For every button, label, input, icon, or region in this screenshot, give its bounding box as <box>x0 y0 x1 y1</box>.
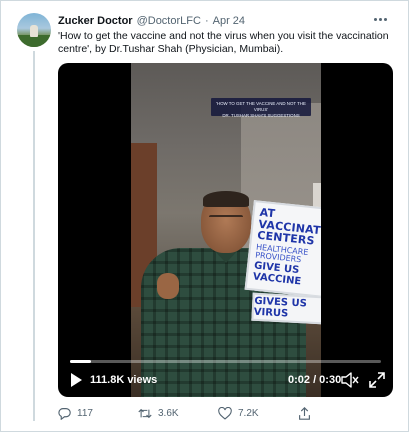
hand-left <box>157 273 179 299</box>
reply-icon <box>58 407 71 420</box>
sign-card-top: AT VACCINATION CENTERS HEALTHCARE PROVID… <box>244 200 321 300</box>
video-frame: 'HOW TO GET THE VACCINE AND NOT THE VIRU… <box>131 63 321 397</box>
retweet-icon <box>138 408 152 418</box>
sign-line-4: GIVES US VIRUS <box>253 295 308 320</box>
avatar-figure <box>30 25 38 37</box>
tweet-date[interactable]: Apr 24 <box>213 15 245 27</box>
video-player[interactable]: 'HOW TO GET THE VACCINE AND NOT THE VIRU… <box>58 63 393 397</box>
fullscreen-icon[interactable] <box>369 372 385 388</box>
sign-card-bottom: GIVES US VIRUS <box>251 292 321 326</box>
caption-line-1: 'HOW TO GET THE VACCINE AND NOT THE VIRU… <box>216 101 306 112</box>
play-icon[interactable] <box>70 373 82 387</box>
like-button[interactable]: 7.2K <box>218 406 298 420</box>
reply-count: 117 <box>77 407 93 419</box>
video-caption: 'HOW TO GET THE VACCINE AND NOT THE VIRU… <box>211 98 311 118</box>
volume-icon[interactable] <box>341 372 359 388</box>
retweet-button[interactable]: 3.6K <box>138 407 218 420</box>
share-button[interactable] <box>298 406 378 420</box>
tweet-actions: 117 3.6K 7.2K <box>58 403 378 423</box>
like-count: 7.2K <box>238 407 259 419</box>
separator: · <box>204 15 209 27</box>
video-controls: 111.8K views 0:02 / 0:30 <box>58 363 393 397</box>
share-icon <box>299 406 310 420</box>
author-name[interactable]: Zucker Doctor <box>58 15 133 27</box>
tweet-text: 'How to get the vaccine and not the viru… <box>58 30 389 55</box>
tweet-header: Zucker Doctor @DoctorLFC · Apr 24 <box>58 13 245 29</box>
video-time: 0:02 / 0:30 <box>288 374 342 386</box>
tweet-card[interactable]: Zucker Doctor @DoctorLFC · Apr 24 'How t… <box>0 0 409 432</box>
person-hair <box>203 191 249 207</box>
thread-line <box>33 51 35 421</box>
view-count: 111.8K views <box>90 374 158 386</box>
author-handle[interactable]: @DoctorLFC <box>137 15 201 27</box>
caption-line-2: DR. TUSHAR SHAH'S SUGGESTIONS <box>222 113 300 118</box>
sign-line-3: GIVE US VACCINE <box>252 260 302 288</box>
avatar[interactable] <box>17 13 51 47</box>
like-icon <box>218 406 232 420</box>
glasses <box>209 215 243 223</box>
reply-button[interactable]: 117 <box>58 407 138 420</box>
more-icon[interactable] <box>370 11 390 27</box>
retweet-count: 3.6K <box>158 407 179 419</box>
